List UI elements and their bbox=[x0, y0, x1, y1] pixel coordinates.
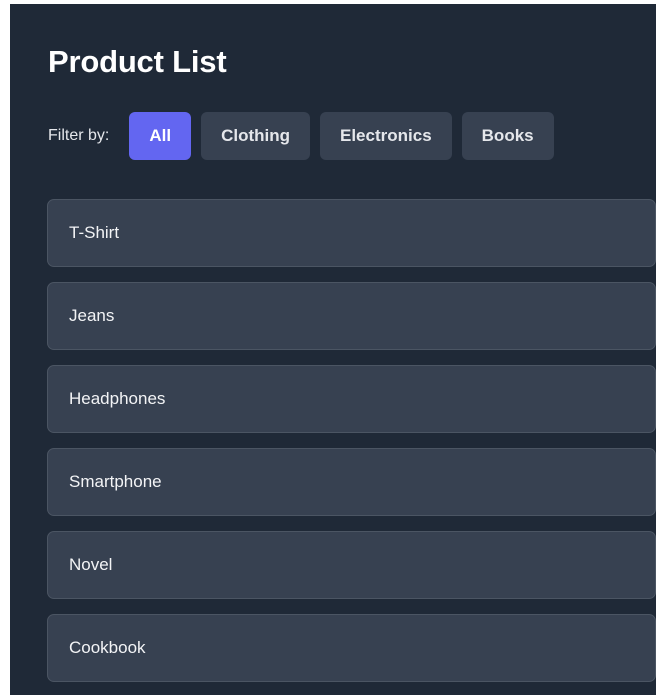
product-item[interactable]: Novel bbox=[47, 531, 656, 599]
product-item[interactable]: Smartphone bbox=[47, 448, 656, 516]
filter-button-electronics[interactable]: Electronics bbox=[320, 112, 452, 160]
filter-bar: Filter by: All Clothing Electronics Book… bbox=[48, 112, 564, 160]
product-item[interactable]: Headphones bbox=[47, 365, 656, 433]
filter-button-all[interactable]: All bbox=[129, 112, 192, 160]
product-item[interactable]: T-Shirt bbox=[47, 199, 656, 267]
filter-button-books[interactable]: Books bbox=[461, 112, 554, 160]
product-list-panel: Product List Filter by: All Clothing Ele… bbox=[10, 4, 656, 695]
product-item[interactable]: Jeans bbox=[47, 282, 656, 350]
product-list: T-Shirt Jeans Headphones Smartphone Nove… bbox=[47, 199, 656, 695]
filter-button-clothing[interactable]: Clothing bbox=[201, 112, 310, 160]
page-title: Product List bbox=[48, 44, 227, 79]
product-item[interactable]: Cookbook bbox=[47, 614, 656, 682]
filter-label: Filter by: bbox=[48, 127, 110, 144]
